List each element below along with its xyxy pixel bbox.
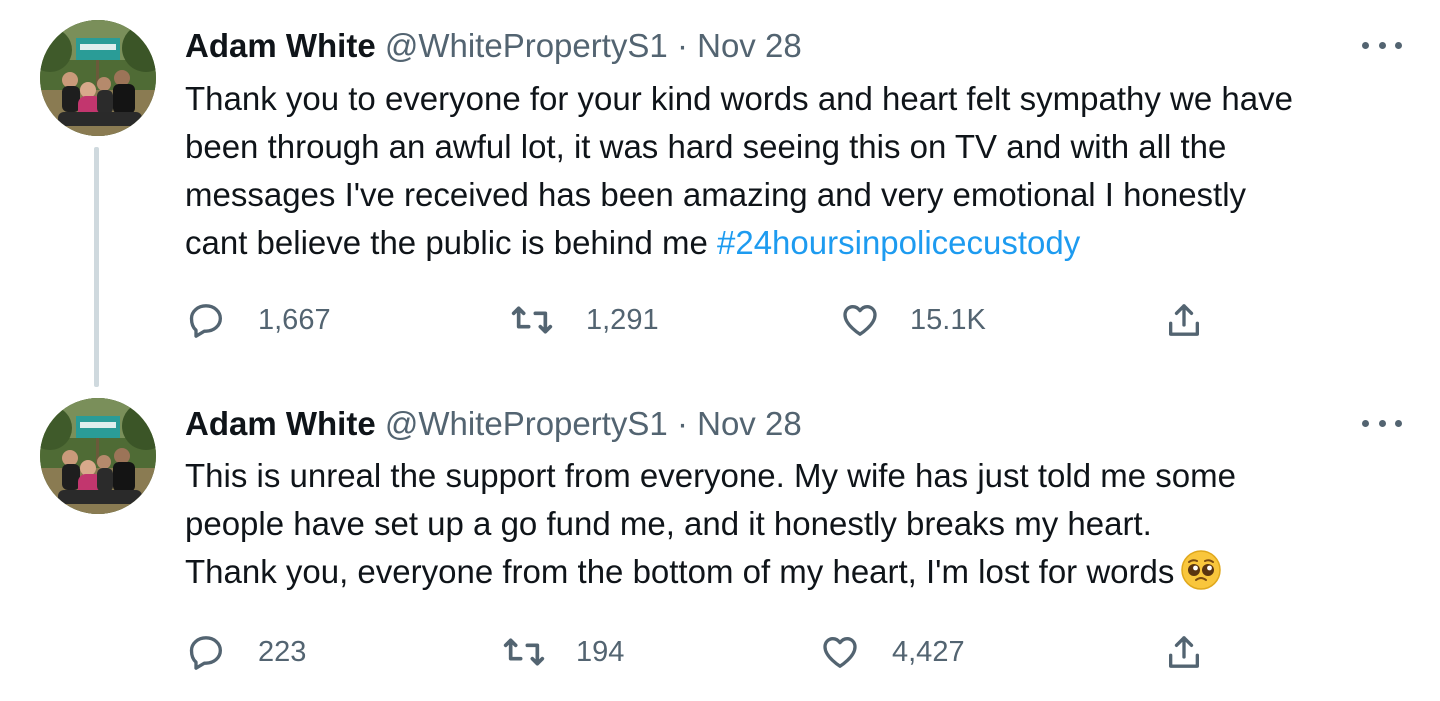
heart-icon xyxy=(818,632,862,672)
thread-connector-line xyxy=(94,147,99,387)
tweet-text-line: people have set up a go fund me, and it … xyxy=(185,505,1152,542)
reply-count: 223 xyxy=(258,635,307,668)
author-name[interactable]: Adam White xyxy=(185,405,376,442)
separator-dot: · xyxy=(676,405,688,442)
avatar[interactable] xyxy=(40,398,156,514)
retweet-button[interactable]: 194 xyxy=(502,630,624,674)
more-icon[interactable] xyxy=(1362,413,1402,433)
tweet-date[interactable]: Nov 28 xyxy=(697,405,802,442)
author-name[interactable]: Adam White xyxy=(185,27,376,64)
reply-count: 1,667 xyxy=(258,303,331,336)
author-handle[interactable]: @WhitePropertyS1 xyxy=(385,405,668,442)
retweet-count: 1,291 xyxy=(586,303,659,336)
retweet-icon xyxy=(510,300,554,340)
tweet-text-line-end: Thank you, everyone from the bottom of m… xyxy=(185,553,1175,590)
tweet-header: Adam White @WhitePropertyS1 · Nov 28 xyxy=(185,24,802,68)
tweet-actions: 1,667 1,291 15.1K xyxy=(0,298,1440,342)
share-button[interactable] xyxy=(1164,630,1204,674)
share-icon xyxy=(1164,300,1204,340)
tweet-text-line: been through an awful lot, it was hard s… xyxy=(185,128,1227,165)
like-button[interactable]: 4,427 xyxy=(818,630,965,674)
tweet[interactable]: Adam White @WhitePropertyS1 · Nov 28 Tha… xyxy=(0,0,1440,388)
tweet-text-line: This is unreal the support from everyone… xyxy=(185,457,1236,494)
tweet-text-line: Thank you to everyone for your kind word… xyxy=(185,80,1293,117)
tweet-text-line-start: cant believe the public is behind me xyxy=(185,224,717,261)
reply-button[interactable]: 223 xyxy=(186,630,306,674)
retweet-count: 194 xyxy=(576,635,625,668)
retweet-icon xyxy=(502,632,546,672)
heart-icon xyxy=(838,300,882,340)
hashtag-link[interactable]: #24hoursinpolicecustody xyxy=(717,224,1080,261)
author-handle[interactable]: @WhitePropertyS1 xyxy=(385,27,668,64)
tweet-text: This is unreal the support from everyone… xyxy=(185,452,1415,596)
share-button[interactable] xyxy=(1164,298,1204,342)
pleading-face-emoji xyxy=(1180,549,1222,591)
reply-icon xyxy=(186,300,226,340)
tweet-text-line: cant believe the public is behind me #24… xyxy=(185,219,1415,267)
more-icon[interactable] xyxy=(1362,35,1402,55)
tweet-actions: 223 194 4,427 xyxy=(0,630,1440,674)
like-button[interactable]: 15.1K xyxy=(838,298,986,342)
separator-dot: · xyxy=(676,27,688,64)
reply-icon xyxy=(186,632,226,672)
share-icon xyxy=(1164,632,1204,672)
tweet-date[interactable]: Nov 28 xyxy=(697,27,802,64)
reply-button[interactable]: 1,667 xyxy=(186,298,331,342)
tweet-header: Adam White @WhitePropertyS1 · Nov 28 xyxy=(185,402,802,446)
tweet-text: Thank you to everyone for your kind word… xyxy=(185,75,1415,267)
tweet-text-line: messages I've received has been amazing … xyxy=(185,176,1247,213)
like-count: 15.1K xyxy=(910,303,986,336)
like-count: 4,427 xyxy=(892,635,965,668)
tweet[interactable]: Adam White @WhitePropertyS1 · Nov 28 Thi… xyxy=(0,388,1440,701)
retweet-button[interactable]: 1,291 xyxy=(510,298,659,342)
tweet-text-line: Thank you, everyone from the bottom of m… xyxy=(185,548,1415,596)
avatar[interactable] xyxy=(40,20,156,136)
